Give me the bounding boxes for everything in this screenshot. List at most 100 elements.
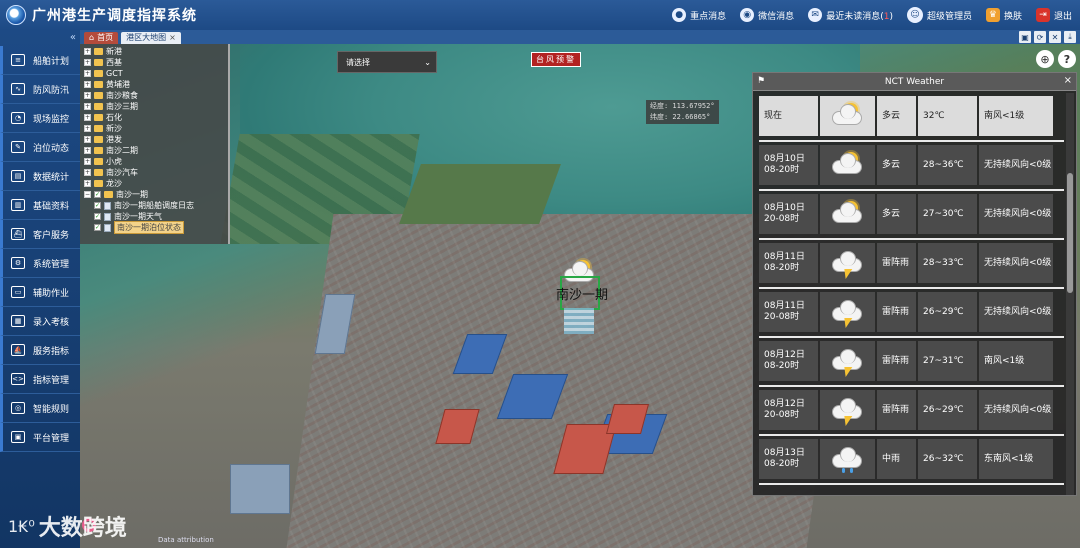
help-icon[interactable]: ? [1058, 50, 1076, 68]
tree-node[interactable]: ✓ 南沙一期船舶调度日志 [84, 200, 228, 211]
tab-window-icon[interactable]: ▣ [1019, 31, 1031, 43]
sidebar-item-ship-plan[interactable]: ≡ 船舶计划 [0, 46, 80, 75]
weather-title: NCT Weather [884, 76, 945, 87]
checkbox[interactable]: ✓ [94, 224, 101, 231]
checkbox[interactable]: ✓ [94, 202, 101, 209]
sidebar-item-customer-service[interactable]: ⛴ 客户服务 [0, 220, 80, 249]
expand-icon[interactable]: + [84, 48, 91, 55]
checkbox[interactable]: ✓ [94, 191, 101, 198]
tab-port-map[interactable]: 港区大地图 × [121, 32, 181, 44]
tree-node[interactable]: + 新沙 [84, 123, 228, 134]
user-avatar-icon: ☺ [906, 7, 923, 23]
tree-node[interactable]: + 南沙二期 [84, 145, 228, 156]
expand-icon[interactable]: + [84, 180, 91, 187]
top-actions: ● 重点消息 ◉ 微信消息 ✉ 最近未读消息(1) ☺ 超级管理员 ♛ 换肤 ⇥… [672, 0, 1072, 30]
thunderstorm-icon [830, 395, 866, 426]
tree-node[interactable]: + GCT [84, 68, 228, 79]
area-select[interactable]: 请选择 ⌄ [337, 51, 437, 73]
folder-icon [94, 169, 103, 176]
user-menu-button[interactable]: ☺ 超级管理员 [906, 7, 972, 23]
key-messages-button[interactable]: ● 重点消息 [672, 8, 726, 22]
expand-icon[interactable]: + [84, 136, 91, 143]
weather-scrollbar-thumb[interactable] [1067, 173, 1073, 293]
tree-node[interactable]: + 黄埔港 [84, 79, 228, 90]
weather-temp: 26~32℃ [918, 439, 977, 479]
weather-wind: 南风<1级 [979, 341, 1053, 381]
expand-icon[interactable]: + [84, 147, 91, 154]
latitude-readout: 纬度: 22.66865° [650, 113, 711, 121]
chevron-down-icon: ⌄ [424, 57, 431, 67]
weather-icon-cell [820, 341, 875, 381]
tree-node[interactable]: + 龙沙 [84, 178, 228, 189]
sidebar-item-label: 数据统计 [33, 172, 70, 183]
sidebar-item-basic-data[interactable]: ▥ 基础资料 [0, 191, 80, 220]
weather-temp: 27~31℃ [918, 341, 977, 381]
sidebar-item-system[interactable]: ⚙ 系统管理 [0, 249, 80, 278]
map-attribution[interactable]: Data attribution [158, 536, 214, 544]
expand-icon[interactable]: + [84, 59, 91, 66]
tree-node-label: 石化 [106, 113, 122, 122]
platform-icon: ▣ [11, 431, 25, 443]
expand-icon[interactable]: + [84, 114, 91, 121]
tree-node[interactable]: + 南沙三期 [84, 101, 228, 112]
globe-icon[interactable]: ⊕ [1036, 50, 1054, 68]
close-all-icon[interactable]: ✕ [1049, 31, 1061, 43]
thunderstorm-icon [830, 346, 866, 377]
expand-icon[interactable]: + [84, 103, 91, 110]
tree-node-label: 南沙二期 [106, 146, 138, 155]
tree-node[interactable]: ✓ 南沙一期泊位状态 [84, 221, 228, 234]
tree-node[interactable]: + 南沙汽车 [84, 167, 228, 178]
collapse-icon[interactable]: − [84, 191, 91, 198]
sidebar-item-index-manage[interactable]: <> 指标管理 [0, 365, 80, 394]
sidebar-item-platform[interactable]: ▣ 平台管理 [0, 423, 80, 452]
tree-node[interactable]: + 西基 [84, 57, 228, 68]
expand-icon[interactable]: + [84, 125, 91, 132]
tree-node-label: 南沙三期 [106, 102, 138, 111]
weather-temp: 27~30℃ [918, 194, 977, 234]
weather-icon-cell [820, 292, 875, 332]
tree-node[interactable]: − ✓ 南沙一期 [84, 189, 228, 200]
refresh-icon[interactable]: ⟳ [1034, 31, 1046, 43]
tree-node[interactable]: + 南沙粮食 [84, 90, 228, 101]
sidebar-item-assist[interactable]: ▭ 辅助作业 [0, 278, 80, 307]
weather-scrollbar[interactable] [1066, 93, 1074, 495]
download-icon[interactable]: ⤓ [1064, 31, 1076, 43]
terminal-marker[interactable]: 南沙一期 [556, 258, 608, 338]
wind-icon: ∿ [11, 83, 25, 95]
sidebar-item-berth[interactable]: ✎ 泊位动态 [0, 133, 80, 162]
sidebar-item-label: 船舶计划 [33, 56, 70, 67]
tree-node[interactable]: + 港发 [84, 134, 228, 145]
tree-node[interactable]: + 小虎 [84, 156, 228, 167]
expand-icon[interactable]: + [84, 70, 91, 77]
typhoon-warning-button[interactable]: 台风预警 [531, 52, 581, 67]
sidebar-collapse-button[interactable]: « [0, 30, 80, 46]
close-icon[interactable]: × [1064, 75, 1072, 86]
message-icon: ✉ [808, 8, 823, 22]
checkbox[interactable]: ✓ [94, 213, 101, 220]
unread-messages-button[interactable]: ✉ 最近未读消息(1) [808, 8, 893, 22]
sidebar-item-label: 智能规则 [33, 404, 70, 415]
sidebar-item-wind-flood[interactable]: ∿ 防风防汛 [0, 75, 80, 104]
partly-cloudy-icon [830, 101, 866, 131]
sidebar-item-smart-rules[interactable]: ◎ 智能规则 [0, 394, 80, 423]
sidebar-item-service-index[interactable]: ⛵ 服务指标 [0, 336, 80, 365]
sidebar-item-stats[interactable]: ▤ 数据统计 [0, 162, 80, 191]
tree-node-label-selected: 南沙一期泊位状态 [114, 221, 184, 234]
tree-node[interactable]: + 石化 [84, 112, 228, 123]
expand-icon[interactable]: + [84, 169, 91, 176]
sidebar-item-monitor[interactable]: ◔ 现场监控 [0, 104, 80, 133]
expand-icon[interactable]: + [84, 81, 91, 88]
logout-button[interactable]: ⇥ 退出 [1035, 8, 1072, 22]
tree-node[interactable]: + 新港 [84, 46, 228, 57]
tab-close-icon[interactable]: × [169, 32, 176, 44]
logout-label: 退出 [1053, 11, 1072, 22]
wechat-messages-button[interactable]: ◉ 微信消息 [740, 8, 794, 22]
skin-button[interactable]: ♛ 换肤 [985, 8, 1022, 22]
sidebar-item-entry-review[interactable]: ▦ 录入考核 [0, 307, 80, 336]
home-icon: ⌂ [89, 33, 95, 42]
expand-icon[interactable]: + [84, 158, 91, 165]
user-name: 超级管理员 [926, 11, 972, 22]
expand-icon[interactable]: + [84, 92, 91, 99]
tab-home[interactable]: ⌂ 首页 [84, 32, 119, 44]
weather-wind: 南风<1级 [979, 96, 1053, 136]
